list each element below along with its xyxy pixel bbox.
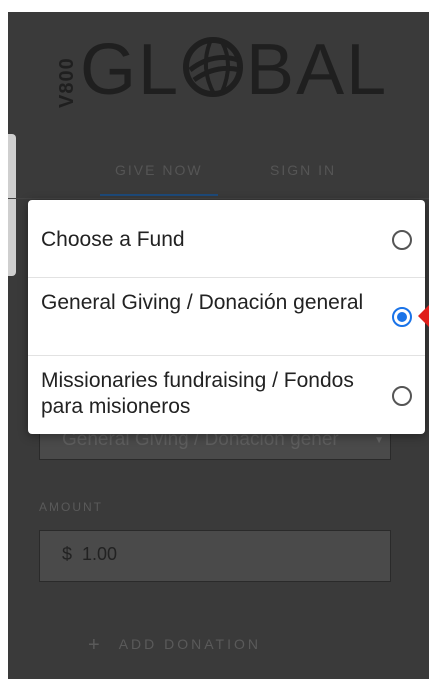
option-general-giving[interactable]: General Giving / Donación general xyxy=(28,278,425,356)
logo-word-right: BAL xyxy=(246,30,389,110)
tab-give-now[interactable]: GIVE NOW xyxy=(115,162,203,178)
active-tab-indicator xyxy=(100,194,218,196)
fund-picker-dialog: Choose a Fund General Giving / Donación … xyxy=(28,200,425,434)
option-label: Choose a Fund xyxy=(41,228,185,251)
logo-wordmark: GL BAL xyxy=(80,20,388,120)
logo-prefix: V800 xyxy=(56,57,78,108)
drawer-handle[interactable] xyxy=(8,134,16,276)
option-label: Missionaries fundraising / Fondos para m… xyxy=(41,369,354,418)
tab-bar: GIVE NOW SIGN IN xyxy=(8,158,429,199)
tab-sign-in[interactable]: SIGN IN xyxy=(270,162,336,178)
radio-unchecked-icon[interactable] xyxy=(392,230,412,250)
globe-icon xyxy=(183,37,244,97)
add-donation-label: ADD DONATION xyxy=(118,636,261,652)
plus-icon: + xyxy=(88,634,103,656)
option-choose-fund[interactable]: Choose a Fund xyxy=(28,200,425,278)
amount-value: 1.00 xyxy=(82,544,118,564)
amount-input[interactable]: $1.00 xyxy=(39,530,391,582)
logo-word-left: GL xyxy=(80,30,181,110)
annotation-arrow-icon xyxy=(418,305,429,327)
option-label: General Giving / Donación general xyxy=(41,291,364,314)
radio-unchecked-icon[interactable] xyxy=(392,386,412,406)
add-donation-button[interactable]: + ADD DONATION xyxy=(88,634,261,657)
caret-down-icon: ▼ xyxy=(374,435,384,446)
status-strip xyxy=(0,0,429,12)
currency-symbol: $ xyxy=(62,544,73,564)
radio-checked-icon[interactable] xyxy=(392,307,412,327)
option-missionaries[interactable]: Missionaries fundraising / Fondos para m… xyxy=(28,356,425,434)
logo: V800 GL BAL xyxy=(48,20,408,120)
amount-label: AMOUNT xyxy=(39,500,103,514)
